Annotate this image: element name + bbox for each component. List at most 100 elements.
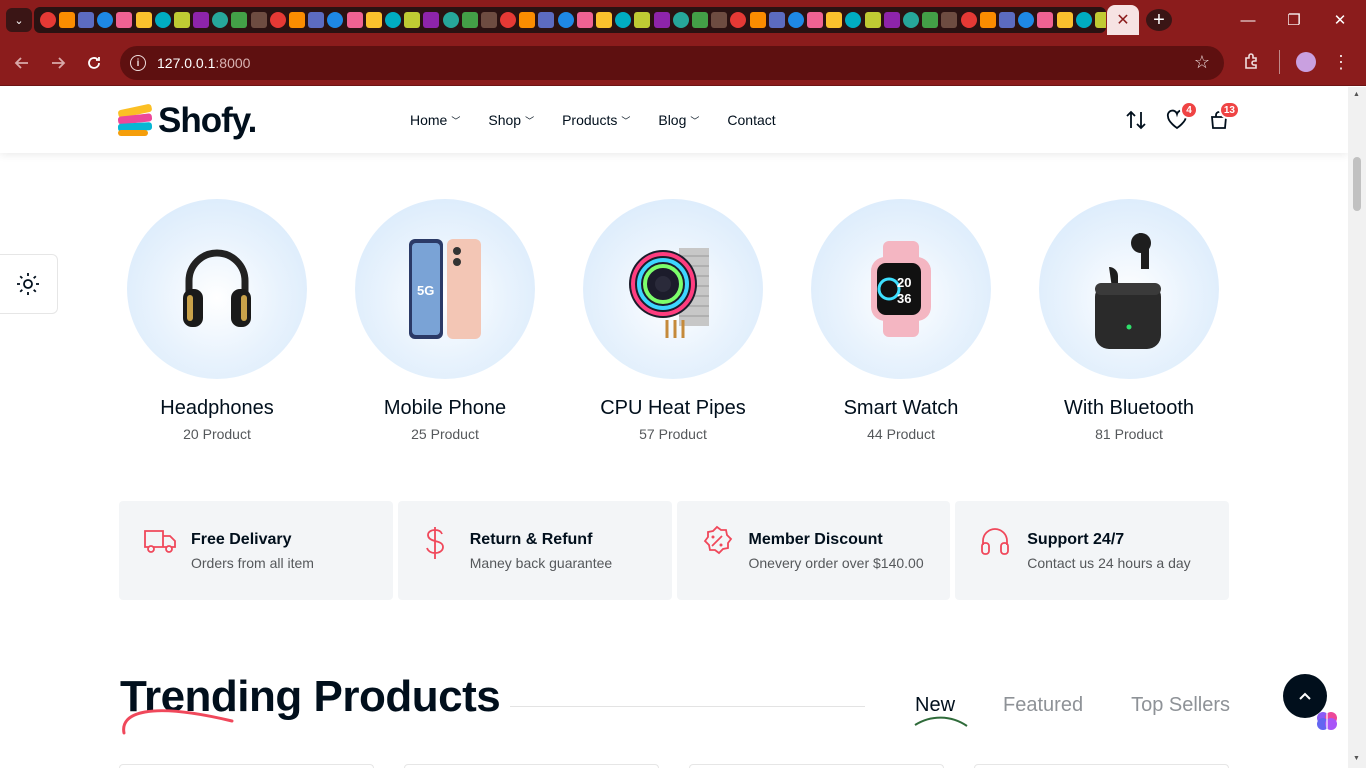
pinned-tab-favicon[interactable] <box>845 12 862 28</box>
category-card[interactable]: CPU Heat Pipes 57 Product <box>559 199 787 442</box>
pinned-tab-favicon[interactable] <box>442 12 459 28</box>
pinned-tab-favicon[interactable] <box>864 12 881 28</box>
pinned-tab-favicon[interactable] <box>231 12 248 28</box>
pinned-tab-favicon[interactable] <box>615 12 632 28</box>
pinned-tab-favicon[interactable] <box>557 12 574 28</box>
product-card[interactable] <box>974 764 1229 768</box>
pinned-tab-favicon[interactable] <box>1037 12 1054 28</box>
category-name[interactable]: Smart Watch <box>844 397 959 420</box>
close-window-button[interactable]: ✕ <box>1320 6 1360 34</box>
minimize-button[interactable]: — <box>1228 6 1268 34</box>
pinned-tab-favicon[interactable] <box>1018 12 1035 28</box>
extensions-icon[interactable] <box>1243 52 1261 75</box>
pinned-tab-favicon[interactable] <box>423 12 440 28</box>
new-tab-button[interactable]: + <box>1146 9 1172 31</box>
pinned-tab-favicon[interactable] <box>634 12 651 28</box>
restore-button[interactable]: ❐ <box>1274 6 1314 34</box>
site-logo[interactable]: Shofy. <box>117 101 257 141</box>
pinned-tab-favicon[interactable] <box>711 12 728 28</box>
pinned-tab-favicon[interactable] <box>404 12 421 28</box>
pinned-tab-favicon[interactable] <box>289 12 306 28</box>
profile-avatar[interactable] <box>1296 52 1316 72</box>
address-bar[interactable]: i 127.0.0.1:8000 ☆ <box>120 46 1224 80</box>
pinned-tab-favicon[interactable] <box>269 12 286 28</box>
cpu-cooler-image[interactable] <box>583 199 763 379</box>
pinned-tab-favicon[interactable] <box>998 12 1015 28</box>
browser-menu-icon[interactable]: ⋮ <box>1332 52 1350 73</box>
menu-item-contact[interactable]: Contact <box>727 112 775 128</box>
pinned-tab-favicon[interactable] <box>212 12 229 28</box>
tab-featured[interactable]: Featured <box>1003 694 1083 717</box>
pinned-tab-favicon[interactable] <box>480 12 497 28</box>
reload-icon[interactable] <box>83 52 105 74</box>
pinned-tab-favicon[interactable] <box>979 12 996 28</box>
bookmark-star-icon[interactable]: ☆ <box>1194 52 1210 73</box>
pinned-tab-favicon[interactable] <box>346 12 363 28</box>
pinned-tab-favicon[interactable] <box>1094 12 1106 28</box>
theme-settings-button[interactable] <box>0 254 58 314</box>
pinned-tab-favicon[interactable] <box>787 12 804 28</box>
smartwatch-image[interactable]: 20 36 <box>811 199 991 379</box>
category-name[interactable]: Headphones <box>160 397 273 420</box>
product-card[interactable] <box>689 764 944 768</box>
pinned-tab-favicon[interactable] <box>596 12 613 28</box>
pinned-tab-favicon[interactable] <box>384 12 401 28</box>
pinned-tab-favicon[interactable] <box>461 12 478 28</box>
pinned-tab-favicon[interactable] <box>500 12 517 28</box>
pinned-tab-favicon[interactable] <box>941 12 958 28</box>
back-icon[interactable] <box>11 52 33 74</box>
category-name[interactable]: Mobile Phone <box>384 397 506 420</box>
active-tab-close-button[interactable]: ✕ <box>1107 5 1139 35</box>
menu-item-home[interactable]: Home ﹀ <box>410 112 460 128</box>
pinned-tab-favicon[interactable] <box>116 12 133 28</box>
menu-item-shop[interactable]: Shop ﹀ <box>488 112 534 128</box>
cart-icon[interactable]: 13 <box>1208 101 1240 137</box>
pinned-tab-favicon[interactable] <box>749 12 766 28</box>
pinned-tab-favicon[interactable] <box>903 12 920 28</box>
pinned-tab-favicon[interactable] <box>672 12 689 28</box>
tab-top-sellers[interactable]: Top Sellers <box>1131 694 1230 717</box>
pinned-tab-favicon[interactable] <box>691 12 708 28</box>
pinned-tab-favicon[interactable] <box>883 12 900 28</box>
pinned-tab-favicon[interactable] <box>960 12 977 28</box>
pinned-tab-favicon[interactable] <box>193 12 210 28</box>
pinned-tab-favicon[interactable] <box>730 12 747 28</box>
pinned-tab-favicon[interactable] <box>135 12 152 28</box>
site-info-icon[interactable]: i <box>130 55 146 71</box>
pinned-tab-favicon[interactable] <box>308 12 325 28</box>
tab-search-button[interactable]: ⌄ <box>6 8 32 32</box>
pinned-tab-favicon[interactable] <box>1056 12 1073 28</box>
assistant-brain-icon[interactable] <box>1315 710 1339 732</box>
pinned-tab-favicon[interactable] <box>768 12 785 28</box>
page-scrollbar[interactable]: ▲ ▼ <box>1348 87 1366 768</box>
scrollbar-thumb[interactable] <box>1353 157 1361 211</box>
product-card[interactable] <box>404 764 659 768</box>
pinned-tab-favicon[interactable] <box>365 12 382 28</box>
menu-item-products[interactable]: Products ﹀ <box>562 112 630 128</box>
earbuds-image[interactable] <box>1039 199 1219 379</box>
product-card[interactable] <box>119 764 374 768</box>
pinned-tab-favicon[interactable] <box>154 12 171 28</box>
pinned-tab-favicon[interactable] <box>807 12 824 28</box>
pinned-tab-favicon[interactable] <box>250 12 267 28</box>
menu-item-blog[interactable]: Blog ﹀ <box>658 112 699 128</box>
pinned-tab-favicon[interactable] <box>653 12 670 28</box>
wishlist-icon[interactable]: 4 <box>1166 101 1198 137</box>
category-name[interactable]: With Bluetooth <box>1064 397 1194 420</box>
pinned-tab-favicon[interactable] <box>1075 12 1092 28</box>
headphones-image[interactable] <box>127 199 307 379</box>
pinned-tab-favicon[interactable] <box>173 12 190 28</box>
pinned-tab-favicon[interactable] <box>826 12 843 28</box>
category-card[interactable]: 5G Mobile Phone 25 Product <box>331 199 559 442</box>
pinned-tab-favicon[interactable] <box>39 12 56 28</box>
pinned-tab-favicon[interactable] <box>922 12 939 28</box>
category-name[interactable]: CPU Heat Pipes <box>600 397 746 420</box>
category-card[interactable]: Headphones 20 Product <box>103 199 331 442</box>
category-card[interactable]: 20 36 Smart Watch 44 Product <box>787 199 1015 442</box>
scroll-up-arrow[interactable]: ▲ <box>1353 91 1360 98</box>
compare-icon[interactable] <box>1125 109 1147 137</box>
pinned-tab-favicon[interactable] <box>77 12 94 28</box>
forward-icon[interactable] <box>47 52 69 74</box>
pinned-tab-favicon[interactable] <box>58 12 75 28</box>
pinned-tab-favicon[interactable] <box>97 12 114 28</box>
